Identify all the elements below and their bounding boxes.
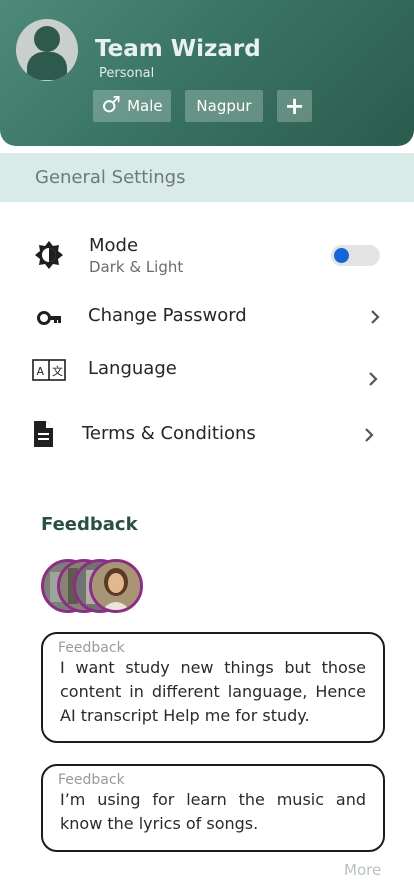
- section-header: General Settings: [0, 153, 414, 202]
- language-label: Language: [88, 358, 177, 379]
- avatar-head: [34, 26, 60, 52]
- add-tag-button[interactable]: +: [277, 90, 312, 122]
- key-icon: [37, 308, 63, 328]
- mode-toggle[interactable]: [331, 245, 380, 266]
- avatar-body: [27, 52, 67, 80]
- city-chip[interactable]: Nagpur: [185, 90, 263, 122]
- chevron-right-icon: [371, 310, 380, 324]
- chevron-right-icon: [365, 428, 374, 442]
- section-title: General Settings: [35, 167, 186, 188]
- document-icon: [32, 420, 54, 448]
- settings-row-language[interactable]: A 文 Language: [0, 353, 414, 393]
- settings-row-change-password[interactable]: Change Password: [0, 300, 414, 336]
- translate-icon: A 文: [32, 359, 66, 381]
- profile-header: Team Wizard Personal ♂ Male Nagpur +: [0, 0, 414, 146]
- gender-chip[interactable]: ♂ Male: [93, 90, 171, 122]
- terms-label: Terms & Conditions: [82, 423, 256, 444]
- change-password-label: Change Password: [88, 305, 247, 326]
- profile-avatar[interactable]: [16, 19, 78, 81]
- city-label: Nagpur: [196, 97, 252, 115]
- gender-label: Male: [127, 97, 163, 115]
- male-icon: ♂: [101, 93, 122, 118]
- feedback-caption: Feedback: [58, 772, 125, 788]
- feedback-card: Feedback I want study new things but tho…: [41, 632, 385, 743]
- feedback-title: Feedback: [41, 514, 138, 535]
- svg-text:文: 文: [52, 364, 63, 378]
- svg-text:A: A: [37, 365, 45, 378]
- mode-label: Mode: [89, 235, 139, 256]
- more-link[interactable]: More: [344, 861, 381, 879]
- feedback-text: I’m using for learn the music and know t…: [60, 790, 366, 833]
- account-type: Personal: [99, 66, 155, 81]
- mode-sublabel: Dark & Light: [89, 258, 184, 276]
- toggle-knob: [334, 248, 349, 263]
- plus-icon: +: [284, 92, 305, 120]
- profile-name: Team Wizard: [95, 36, 261, 62]
- user-avatar: [89, 559, 143, 613]
- settings-row-terms[interactable]: Terms & Conditions: [0, 416, 414, 454]
- chevron-right-icon: [369, 372, 378, 386]
- brightness-icon: [34, 240, 64, 270]
- feedback-card: Feedback I’m using for learn the music a…: [41, 764, 385, 852]
- feedback-avatars[interactable]: [41, 559, 151, 613]
- feedback-text: I want study new things but those conten…: [60, 658, 366, 725]
- feedback-caption: Feedback: [58, 640, 125, 656]
